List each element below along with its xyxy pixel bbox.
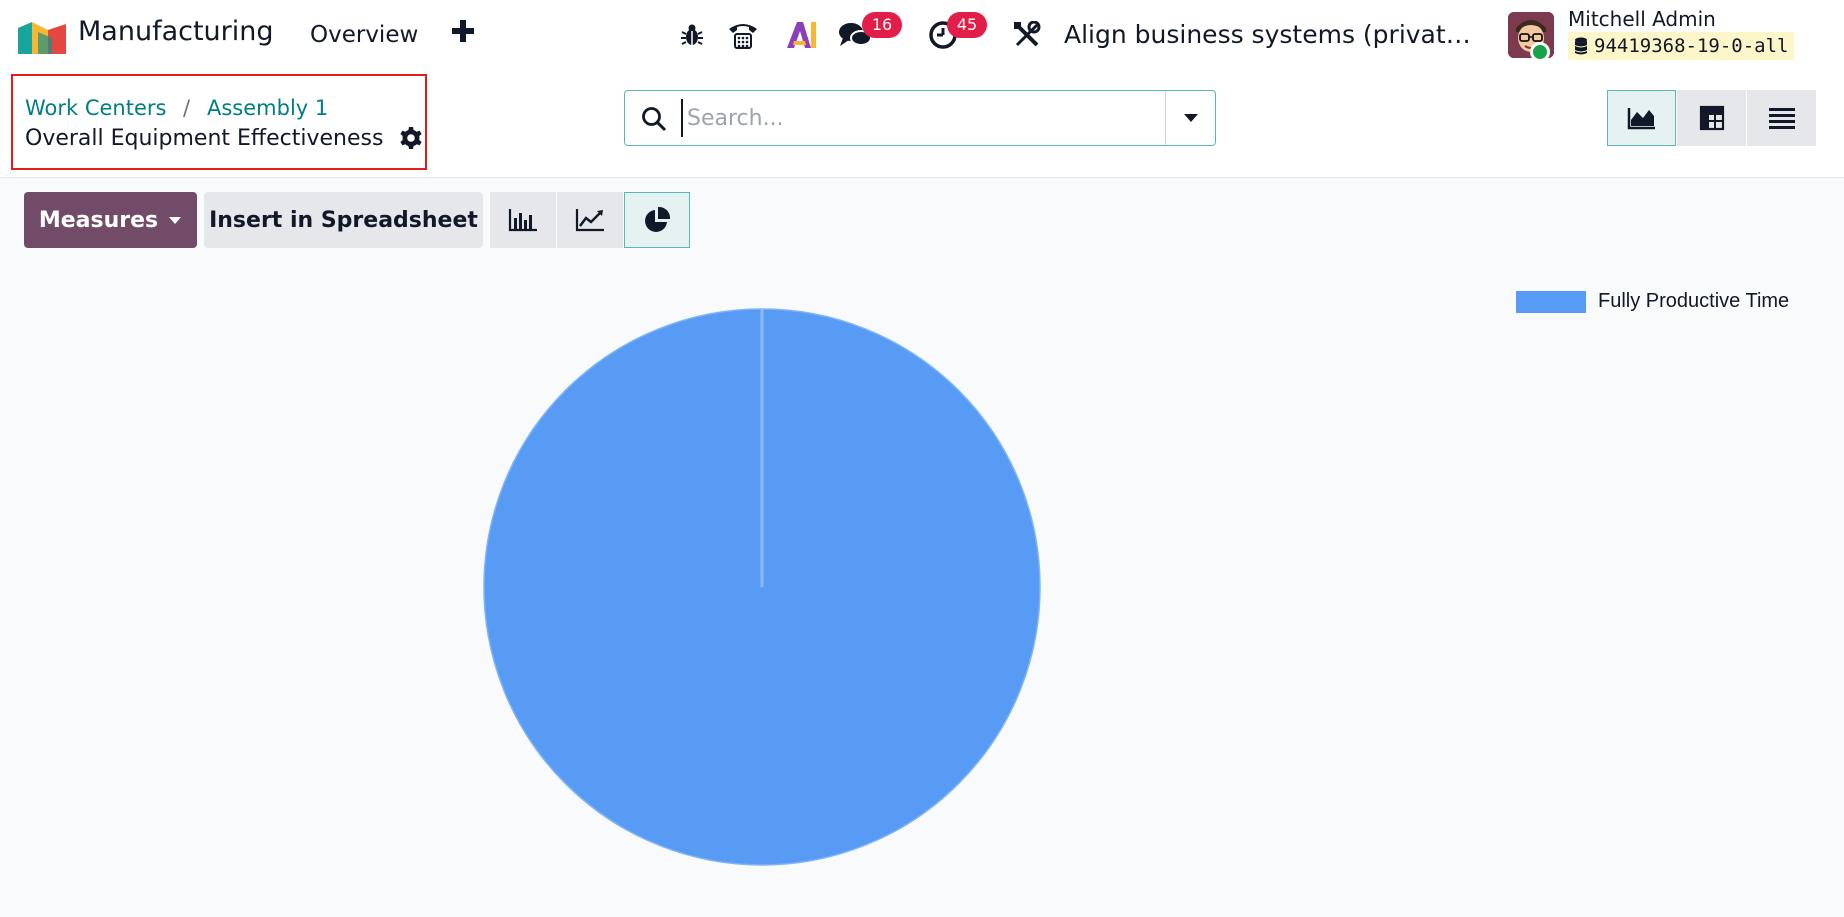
menu-overview[interactable]: Overview [310,22,418,48]
list-view-button[interactable] [1747,90,1816,146]
search-icon[interactable] [641,106,667,132]
area-chart-icon [1627,108,1655,130]
search-options-toggle[interactable] [1165,91,1215,145]
line-chart-button[interactable] [557,192,623,248]
chat-count-badge: 16 [862,12,902,38]
company-switcher[interactable]: Align business systems (private) lim... [1064,20,1484,49]
search-bar [624,90,1216,146]
insert-in-spreadsheet-button[interactable]: Insert in Spreadsheet [204,192,483,248]
activity-count-badge: 45 [947,12,987,38]
caret-down-icon [169,216,182,224]
tools-icon[interactable] [1010,18,1044,52]
database-badge: 94419368-19-0-all [1568,32,1795,60]
phone-icon[interactable] [726,18,760,52]
caret-down-icon [1183,114,1198,122]
graph-view-button[interactable] [1607,90,1676,146]
legend-swatch[interactable] [1516,290,1586,313]
list-icon [1768,108,1795,129]
line-chart-icon [575,209,604,232]
chart-legend: Fully Productive Time [1516,290,1789,313]
breadcrumb-work-centers[interactable]: Work Centers [25,96,166,120]
ai-icon[interactable] [784,18,818,52]
pie-chart-button[interactable] [624,192,690,248]
breadcrumb-assembly-1[interactable]: Assembly 1 [207,96,328,120]
control-panel: Work Centers / Assembly 1 Overall Equipm… [0,70,1844,178]
legend-label: Fully Productive Time [1598,290,1790,312]
plus-icon[interactable] [450,18,476,44]
manufacturing-app-icon[interactable] [18,18,66,54]
database-icon [1575,37,1587,55]
pie-chart [483,308,1041,866]
breadcrumb-separator: / [183,96,191,120]
pie-chart-icon [645,206,671,232]
measures-label: Measures [38,207,159,233]
bug-icon[interactable] [675,18,709,52]
user-name[interactable]: Mitchell Admin [1568,7,1716,31]
page-title: Overall Equipment Effectiveness [25,126,384,151]
bar-chart-button[interactable] [490,192,556,248]
search-input[interactable] [681,99,1151,137]
top-navbar: Manufacturing Overview 16 45 Align busin… [0,0,1844,70]
online-status-icon [1530,42,1550,62]
bar-chart-icon [508,209,537,232]
measures-button[interactable]: Measures [24,192,197,248]
app-name[interactable]: Manufacturing [78,16,274,47]
gear-icon[interactable] [399,126,423,150]
breadcrumb: Work Centers / Assembly 1 Overall Equipm… [11,74,427,170]
table-grid-icon [1699,105,1724,131]
database-name: 94419368-19-0-all [1594,35,1789,57]
pivot-view-button[interactable] [1677,90,1746,146]
